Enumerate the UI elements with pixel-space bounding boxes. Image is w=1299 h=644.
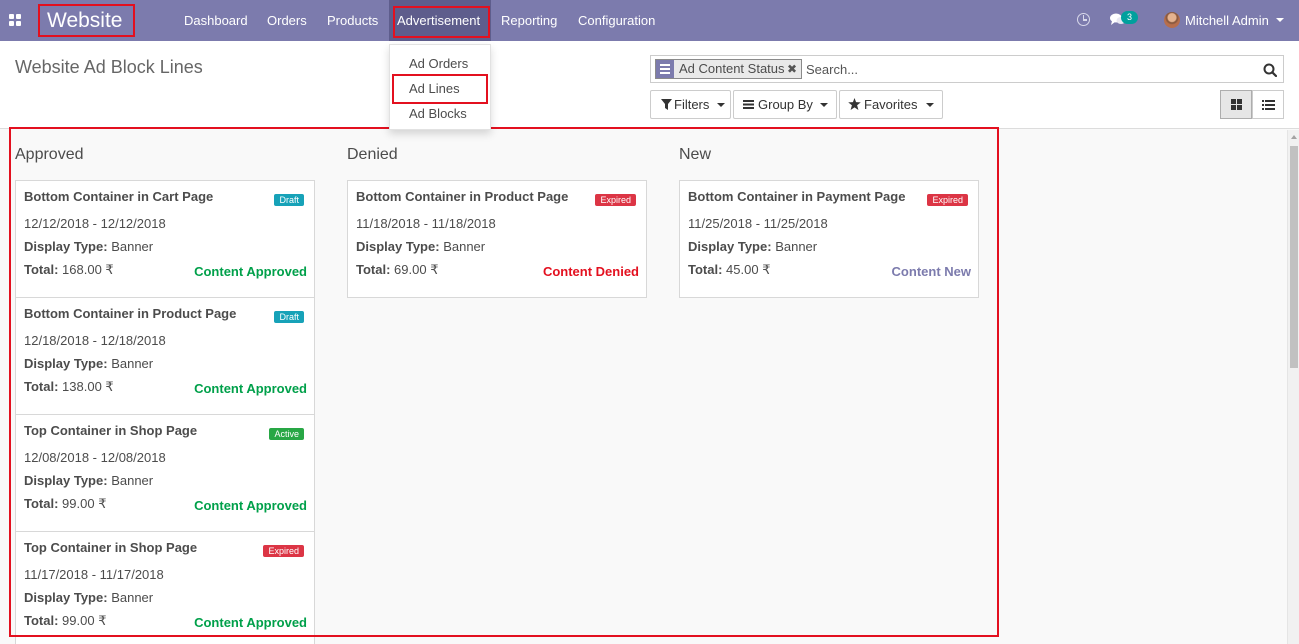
favorites-caret-icon [926, 103, 934, 107]
card-display-type: Display Type: Banner [24, 239, 154, 254]
chat-count-badge: 3 [1121, 11, 1138, 24]
activity-clock-icon[interactable] [1077, 13, 1090, 26]
search-icon[interactable] [1263, 63, 1277, 77]
scrollbar-thumb[interactable] [1290, 146, 1298, 368]
group-by-button[interactable]: Group By [733, 90, 837, 119]
list-view-button[interactable] [1252, 90, 1284, 119]
card-content-status: Content Approved [194, 381, 307, 396]
card-content-status: Content New [891, 264, 971, 279]
card-dates: 12/12/2018 - 12/12/2018 [24, 216, 166, 231]
advertisement-dropdown: Ad Orders Ad Lines Ad Blocks [389, 44, 491, 130]
remove-facet-icon[interactable]: ✖ [787, 60, 797, 78]
kanban-card[interactable]: Bottom Container in Product Page Draft 1… [15, 297, 315, 415]
card-title: Top Container in Shop Page [24, 540, 198, 555]
filters-button[interactable]: Filters [650, 90, 731, 119]
column-title-denied: Denied [347, 146, 398, 163]
card-total: Total: 138.00 ₹ [24, 379, 114, 394]
search-bar: Ad Content Status ✖ [650, 55, 1284, 83]
favorites-label: Favorites [864, 97, 918, 112]
kanban-card[interactable]: Top Container in Shop Page Expired 11/17… [15, 531, 315, 644]
card-display-type: Display Type: Banner [24, 590, 154, 605]
card-display-type: Display Type: Banner [356, 239, 486, 254]
card-total: Total: 45.00 ₹ [688, 262, 771, 277]
status-badge: Active [269, 428, 304, 440]
card-content-status: Content Approved [194, 264, 307, 279]
list-icon [1262, 100, 1275, 110]
card-total: Total: 168.00 ₹ [24, 262, 114, 277]
card-dates: 12/18/2018 - 12/18/2018 [24, 333, 166, 348]
filter-icon [661, 99, 672, 110]
kanban-card[interactable]: Bottom Container in Product Page Expired… [347, 180, 647, 298]
card-total: Total: 99.00 ₹ [24, 613, 107, 628]
apps-grid-icon[interactable] [9, 14, 22, 27]
favorites-button[interactable]: Favorites [839, 90, 943, 119]
card-display-type: Display Type: Banner [24, 356, 154, 371]
kanban-board: Approved Bottom Container in Cart Page D… [0, 127, 1287, 644]
app-brand[interactable]: Website [38, 4, 135, 37]
menu-configuration[interactable]: Configuration [578, 0, 655, 41]
status-badge: Expired [927, 194, 968, 206]
card-display-type: Display Type: Banner [688, 239, 818, 254]
menu-reporting[interactable]: Reporting [501, 0, 557, 41]
card-content-status: Content Approved [194, 498, 307, 513]
filters-label: Filters [674, 97, 710, 112]
kanban-card[interactable]: Bottom Container in Cart Page Draft 12/1… [15, 180, 315, 298]
card-dates: 11/17/2018 - 11/17/2018 [24, 567, 164, 582]
card-title: Bottom Container in Payment Page [688, 189, 906, 204]
card-dates: 11/18/2018 - 11/18/2018 [356, 216, 496, 231]
status-badge: Draft [274, 311, 304, 323]
scroll-up-arrow-icon[interactable] [1291, 135, 1297, 139]
star-icon [848, 98, 861, 110]
card-total: Total: 99.00 ₹ [24, 496, 107, 511]
status-badge: Draft [274, 194, 304, 206]
menu-item-ad-lines[interactable]: Ad Lines [409, 81, 460, 96]
group-by-icon [743, 100, 754, 109]
filters-caret-icon [717, 103, 725, 107]
card-title: Bottom Container in Cart Page [24, 189, 214, 204]
page-title: Website Ad Block Lines [15, 57, 203, 77]
group-by-caret-icon [820, 103, 828, 107]
menu-orders[interactable]: Orders [267, 0, 307, 41]
card-display-type: Display Type: Banner [24, 473, 154, 488]
facet-value: Ad Content Status [679, 61, 785, 76]
kanban-card[interactable]: Bottom Container in Payment Page Expired… [679, 180, 979, 298]
kanban-card[interactable]: Top Container in Shop Page Active 12/08/… [15, 414, 315, 532]
card-dates: 11/25/2018 - 11/25/2018 [688, 216, 828, 231]
top-navbar: Website Dashboard Orders Products Advert… [0, 0, 1299, 41]
group-by-label: Group By [758, 97, 813, 112]
search-input[interactable] [806, 60, 1246, 78]
card-title: Top Container in Shop Page [24, 423, 198, 438]
status-badge: Expired [595, 194, 636, 206]
kanban-grid-icon [1231, 99, 1242, 110]
card-total: Total: 69.00 ₹ [356, 262, 439, 277]
menu-item-ad-orders[interactable]: Ad Orders [409, 56, 468, 71]
avatar[interactable] [1164, 12, 1180, 28]
user-caret-icon[interactable] [1276, 18, 1284, 22]
card-content-status: Content Approved [194, 615, 307, 630]
menu-products[interactable]: Products [327, 0, 378, 41]
card-title: Bottom Container in Product Page [356, 189, 569, 204]
menu-advertisement[interactable]: Advertisement [389, 0, 491, 41]
menu-item-ad-blocks[interactable]: Ad Blocks [409, 106, 467, 121]
user-menu[interactable]: Mitchell Admin [1185, 0, 1269, 41]
column-title-approved: Approved [15, 146, 84, 163]
group-by-facet-icon [656, 60, 674, 78]
search-facet: Ad Content Status ✖ [655, 59, 802, 79]
card-dates: 12/08/2018 - 12/08/2018 [24, 450, 166, 465]
menu-dashboard[interactable]: Dashboard [184, 0, 248, 41]
kanban-view-button[interactable] [1220, 90, 1252, 119]
column-title-new: New [679, 146, 712, 163]
card-content-status: Content Denied [542, 264, 639, 279]
status-badge: Expired [263, 545, 304, 557]
card-title: Bottom Container in Product Page [24, 306, 237, 321]
vertical-scrollbar[interactable] [1287, 130, 1299, 644]
